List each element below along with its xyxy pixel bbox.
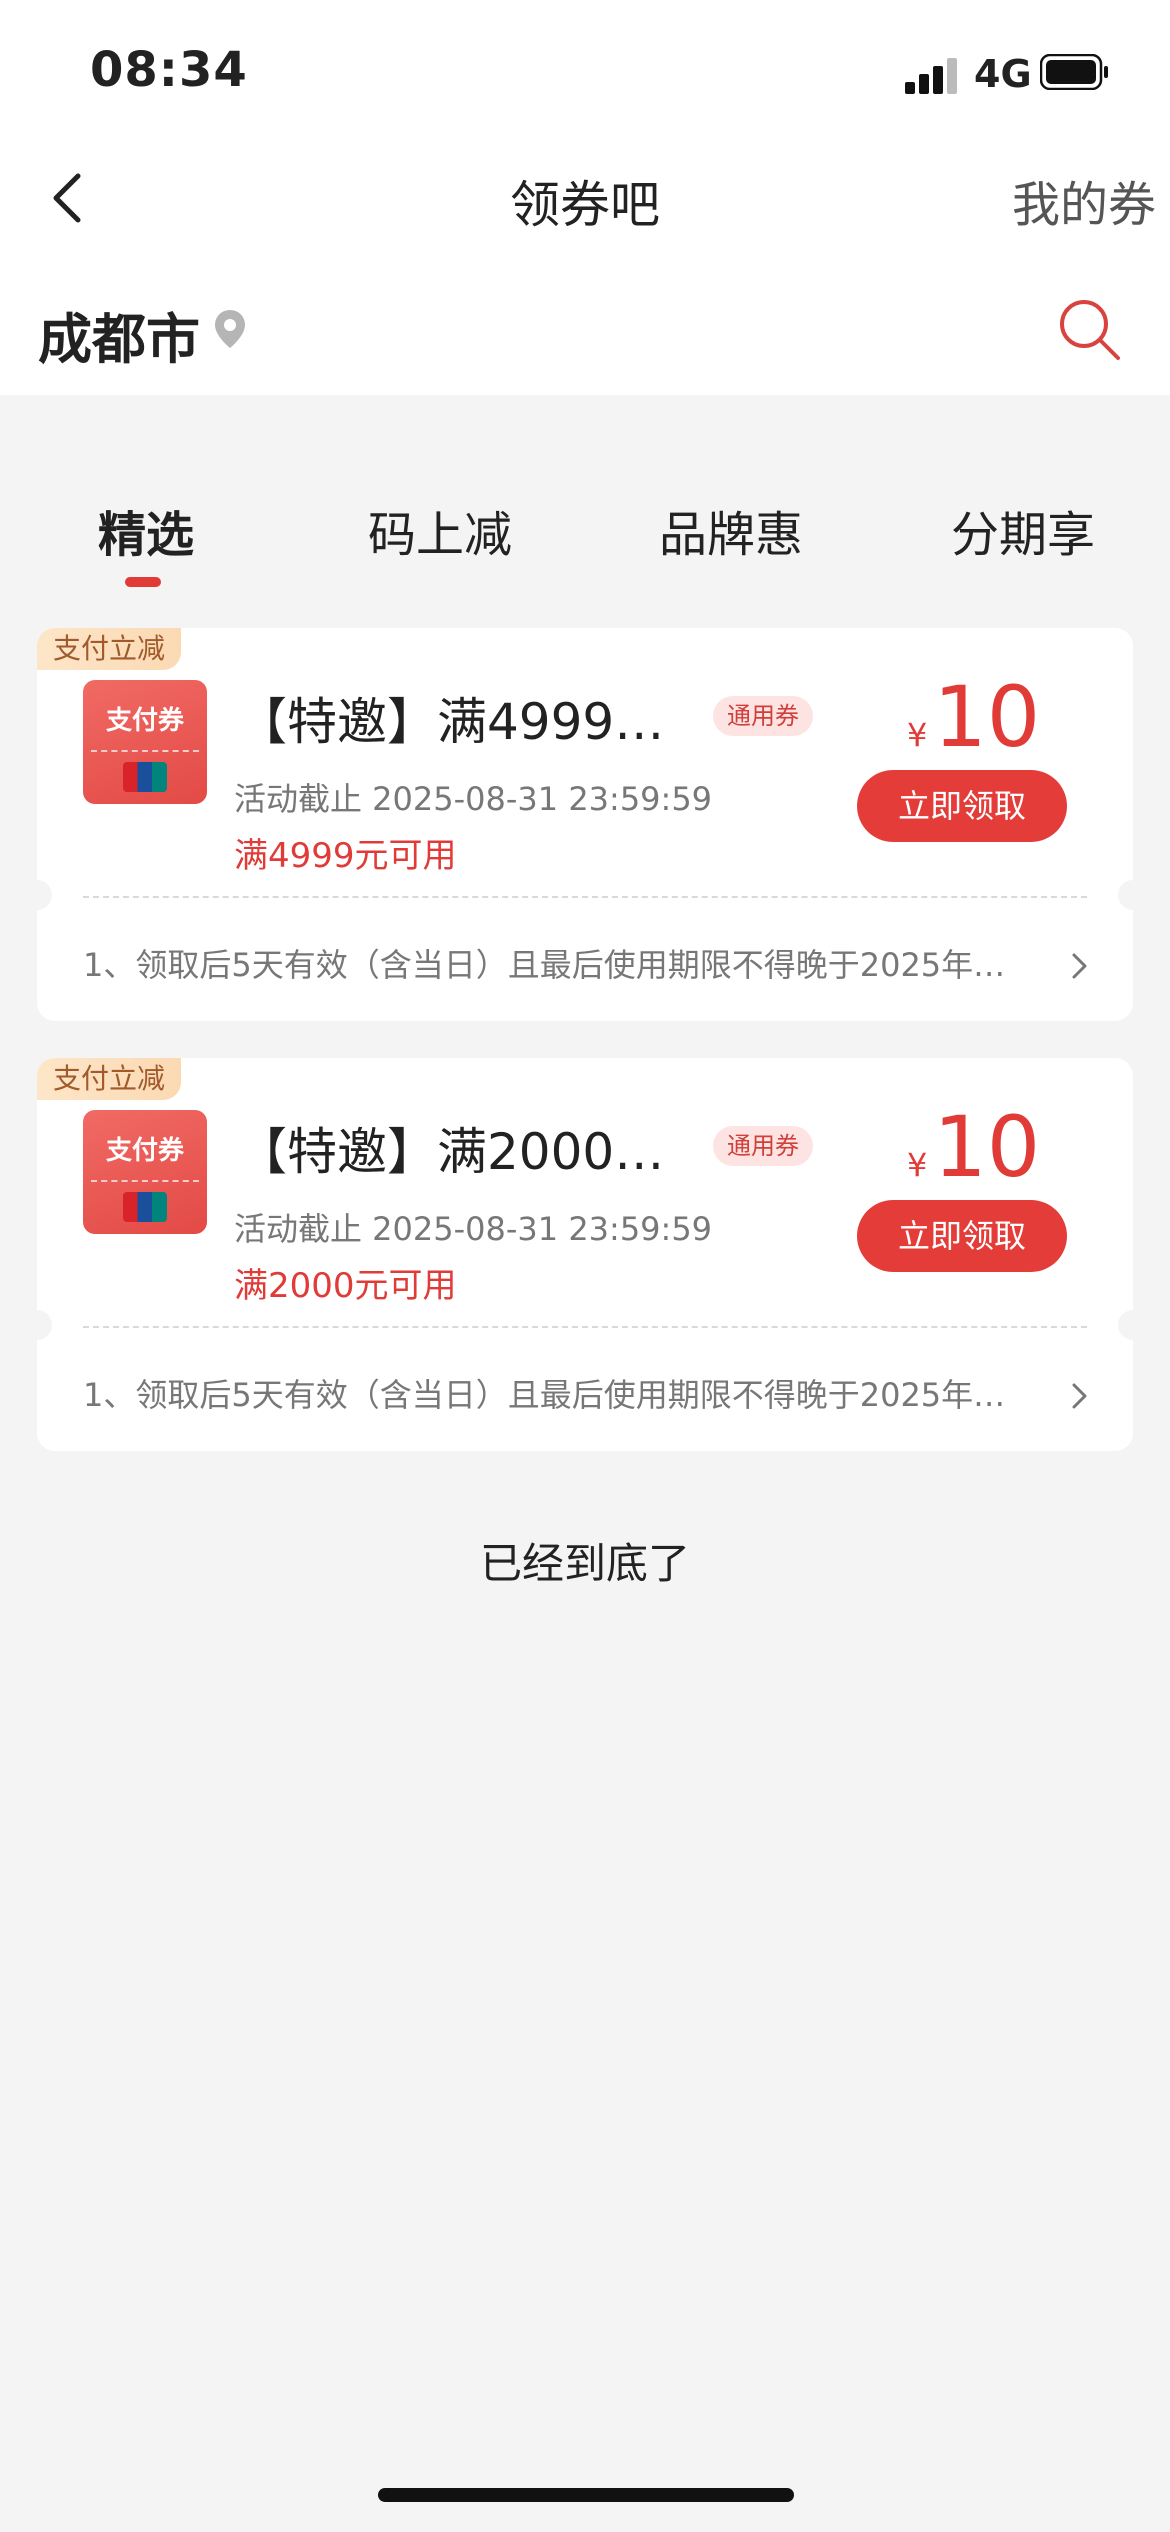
chevron-right-icon[interactable]	[1069, 950, 1091, 982]
coupon-type-badge: 通用券	[713, 696, 813, 736]
my-coupons-link[interactable]: 我的券	[1012, 165, 1156, 235]
coupon-condition: 满4999元可用	[234, 836, 457, 876]
currency-symbol: ¥	[907, 716, 928, 754]
tab-selected[interactable]: 精选	[98, 495, 194, 565]
claim-button[interactable]: 立即领取	[857, 770, 1067, 842]
home-indicator	[378, 2488, 794, 2502]
coupon-amount: 10	[933, 668, 1041, 766]
coupon-amount: 10	[933, 1098, 1041, 1196]
coupon-image: 支付券	[83, 680, 207, 804]
coupon-deadline: 活动截止 2025-08-31 23:59:59	[234, 780, 713, 818]
chevron-right-icon[interactable]	[1069, 1380, 1091, 1412]
battery-icon	[1040, 54, 1108, 90]
network-type: 4G	[974, 52, 1032, 96]
status-time: 08:34	[90, 42, 248, 98]
coupon-image-label: 支付券	[105, 1136, 184, 1166]
coupon-tag: 支付立减	[37, 628, 182, 670]
active-tab-indicator	[125, 577, 161, 587]
tab-installment[interactable]: 分期享	[951, 495, 1095, 565]
location-pin-icon[interactable]	[212, 308, 248, 350]
coupon-image-label: 支付券	[105, 706, 184, 736]
coupon-card[interactable]: 支付立减 支付券 【特邀】满4999… 通用券 活动截止 2025-08-31 …	[22, 628, 1148, 1021]
tab-code-discount[interactable]: 码上减	[368, 495, 512, 565]
coupon-image: 支付券	[83, 1110, 207, 1234]
unionpay-logo-icon	[123, 1192, 167, 1222]
coupon-rule[interactable]: 1、领取后5天有效（含当日）且最后使用期限不得晚于2025年…	[83, 1370, 1005, 1416]
currency-symbol: ¥	[907, 1146, 928, 1184]
coupon-tag: 支付立减	[37, 1058, 182, 1100]
page-title: 领券吧	[510, 176, 660, 234]
signal-icon	[905, 58, 957, 94]
coupon-price: ¥10	[907, 1098, 1040, 1196]
coupon-rule[interactable]: 1、领取后5天有效（含当日）且最后使用期限不得晚于2025年…	[83, 940, 1005, 986]
coupon-deadline: 活动截止 2025-08-31 23:59:59	[234, 1210, 713, 1248]
unionpay-logo-icon	[123, 762, 167, 792]
coupon-card[interactable]: 支付立减 支付券 【特邀】满2000… 通用券 活动截止 2025-08-31 …	[22, 1058, 1148, 1451]
city-selector[interactable]: 成都市	[38, 295, 200, 374]
claim-button[interactable]: 立即领取	[857, 1200, 1067, 1272]
coupon-condition: 满2000元可用	[234, 1266, 457, 1306]
end-of-list-text: 已经到底了	[479, 1539, 690, 1588]
card-divider	[83, 896, 1087, 898]
tab-brand-deals[interactable]: 品牌惠	[659, 495, 803, 565]
coupon-title: 【特邀】满4999…	[237, 693, 665, 751]
search-icon[interactable]	[1056, 296, 1122, 362]
category-tabs: 精选 码上减 品牌惠 分期享	[0, 495, 1170, 595]
coupon-price: ¥10	[907, 668, 1040, 766]
card-divider	[83, 1326, 1087, 1328]
coupon-type-badge: 通用券	[713, 1126, 813, 1166]
coupon-title: 【特邀】满2000…	[237, 1123, 665, 1181]
